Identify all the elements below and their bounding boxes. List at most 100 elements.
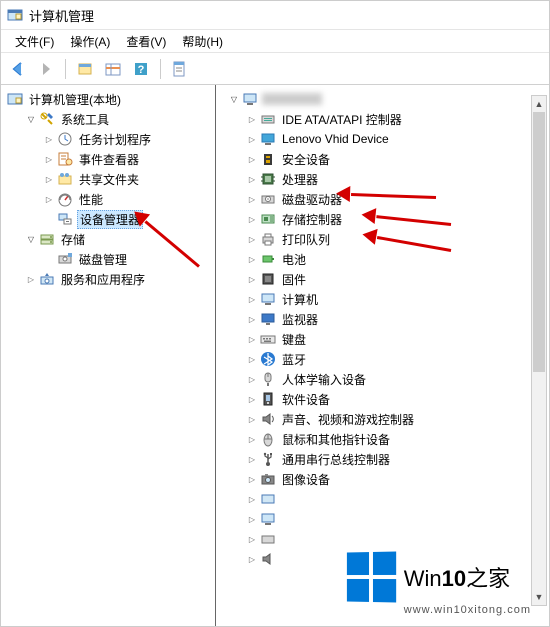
expand-icon[interactable]: [246, 233, 258, 245]
node-hid[interactable]: 人体学输入设备: [244, 369, 549, 389]
expand-icon[interactable]: [246, 493, 258, 505]
scroll-down-arrow[interactable]: ▼: [532, 589, 546, 605]
node-label: 键盘: [280, 331, 308, 348]
node-bluetooth[interactable]: 蓝牙: [244, 349, 549, 369]
node-disk-drives[interactable]: 磁盘驱动器: [244, 189, 549, 209]
node-label: 存储: [59, 231, 87, 248]
expand-icon[interactable]: [43, 153, 55, 165]
expand-icon[interactable]: [246, 173, 258, 185]
node-security[interactable]: 安全设备: [244, 149, 549, 169]
expand-icon[interactable]: [246, 113, 258, 125]
shared-folder-icon: [57, 171, 73, 187]
expand-icon[interactable]: [246, 453, 258, 465]
expand-icon[interactable]: [246, 313, 258, 325]
node-firmware[interactable]: 固件: [244, 269, 549, 289]
forward-button[interactable]: [33, 56, 59, 82]
expand-icon: [43, 253, 55, 265]
expand-icon[interactable]: [25, 113, 37, 125]
generic-icon: [260, 511, 276, 527]
services-icon: [39, 271, 55, 287]
sound-icon: [260, 411, 276, 427]
expand-icon[interactable]: [246, 513, 258, 525]
node-ide[interactable]: IDE ATA/ATAPI 控制器: [244, 109, 549, 129]
expand-icon[interactable]: [246, 253, 258, 265]
node-sound[interactable]: 声音、视频和游戏控制器: [244, 409, 549, 429]
view-button[interactable]: [100, 56, 126, 82]
node-label: 任务计划程序: [77, 131, 153, 148]
expand-icon[interactable]: [25, 233, 37, 245]
up-button[interactable]: [72, 56, 98, 82]
scroll-thumb[interactable]: [533, 112, 545, 372]
node-label: 通用串行总线控制器: [280, 451, 392, 468]
node-truncated-2[interactable]: [244, 509, 549, 529]
disk-icon: [57, 251, 73, 267]
help-button[interactable]: ?: [128, 56, 154, 82]
expand-icon[interactable]: [246, 473, 258, 485]
menu-action[interactable]: 操作(A): [62, 31, 118, 52]
app-icon: [7, 7, 23, 23]
expand-icon[interactable]: [43, 173, 55, 185]
menu-file[interactable]: 文件(F): [7, 31, 62, 52]
back-button[interactable]: [5, 56, 31, 82]
scroll-up-arrow[interactable]: ▲: [532, 96, 546, 112]
menu-help[interactable]: 帮助(H): [174, 31, 231, 52]
expand-icon[interactable]: [246, 433, 258, 445]
node-root[interactable]: 计算机管理(本地): [5, 89, 215, 109]
menu-view[interactable]: 查看(V): [118, 31, 174, 52]
node-monitor[interactable]: 监视器: [244, 309, 549, 329]
node-truncated-3[interactable]: [244, 529, 549, 549]
node-computer-root[interactable]: [226, 89, 549, 109]
expand-icon[interactable]: [246, 193, 258, 205]
node-label: 声音、视频和游戏控制器: [280, 411, 416, 428]
windows-logo-icon: [347, 551, 396, 602]
node-battery[interactable]: 电池: [244, 249, 549, 269]
expand-icon[interactable]: [246, 553, 258, 565]
expand-icon[interactable]: [246, 133, 258, 145]
expand-icon[interactable]: [246, 273, 258, 285]
node-label: 图像设备: [280, 471, 332, 488]
expand-icon[interactable]: [246, 353, 258, 365]
node-truncated-1[interactable]: [244, 489, 549, 509]
node-mouse[interactable]: 鼠标和其他指针设备: [244, 429, 549, 449]
properties-button[interactable]: [167, 56, 193, 82]
expand-icon[interactable]: [43, 133, 55, 145]
node-computer[interactable]: 计算机: [244, 289, 549, 309]
camera-icon: [260, 471, 276, 487]
expand-icon[interactable]: [246, 333, 258, 345]
expand-icon[interactable]: [246, 393, 258, 405]
expand-icon[interactable]: [25, 273, 37, 285]
battery-icon: [260, 251, 276, 267]
node-label: 固件: [280, 271, 308, 288]
node-event-viewer[interactable]: 事件查看器: [41, 149, 215, 169]
node-processor[interactable]: 处理器: [244, 169, 549, 189]
node-label: 监视器: [280, 311, 320, 328]
expand-icon[interactable]: [43, 193, 55, 205]
expand-icon[interactable]: [246, 293, 258, 305]
expand-icon[interactable]: [228, 93, 240, 105]
mouse-icon: [260, 431, 276, 447]
node-label: 存储控制器: [280, 211, 344, 228]
node-usb[interactable]: 通用串行总线控制器: [244, 449, 549, 469]
node-lenovo[interactable]: Lenovo Vhid Device: [244, 129, 549, 149]
expand-icon[interactable]: [246, 373, 258, 385]
node-task-scheduler[interactable]: 任务计划程序: [41, 129, 215, 149]
bluetooth-icon: [260, 351, 276, 367]
node-storage[interactable]: 存储: [23, 229, 215, 249]
node-imaging[interactable]: 图像设备: [244, 469, 549, 489]
clock-icon: [57, 131, 73, 147]
toolbar-separator: [160, 59, 161, 79]
expand-icon[interactable]: [246, 213, 258, 225]
computer-icon: [260, 291, 276, 307]
node-software[interactable]: 软件设备: [244, 389, 549, 409]
node-label: 计算机: [280, 291, 320, 308]
node-services-apps[interactable]: 服务和应用程序: [23, 269, 215, 289]
node-keyboard[interactable]: 键盘: [244, 329, 549, 349]
vertical-scrollbar[interactable]: ▲ ▼: [531, 95, 547, 606]
software-icon: [260, 391, 276, 407]
node-system-tools[interactable]: 系统工具: [23, 109, 215, 129]
expand-icon[interactable]: [246, 413, 258, 425]
expand-icon[interactable]: [246, 533, 258, 545]
node-shared-folders[interactable]: 共享文件夹: [41, 169, 215, 189]
expand-icon[interactable]: [246, 153, 258, 165]
node-label: 服务和应用程序: [59, 271, 147, 288]
